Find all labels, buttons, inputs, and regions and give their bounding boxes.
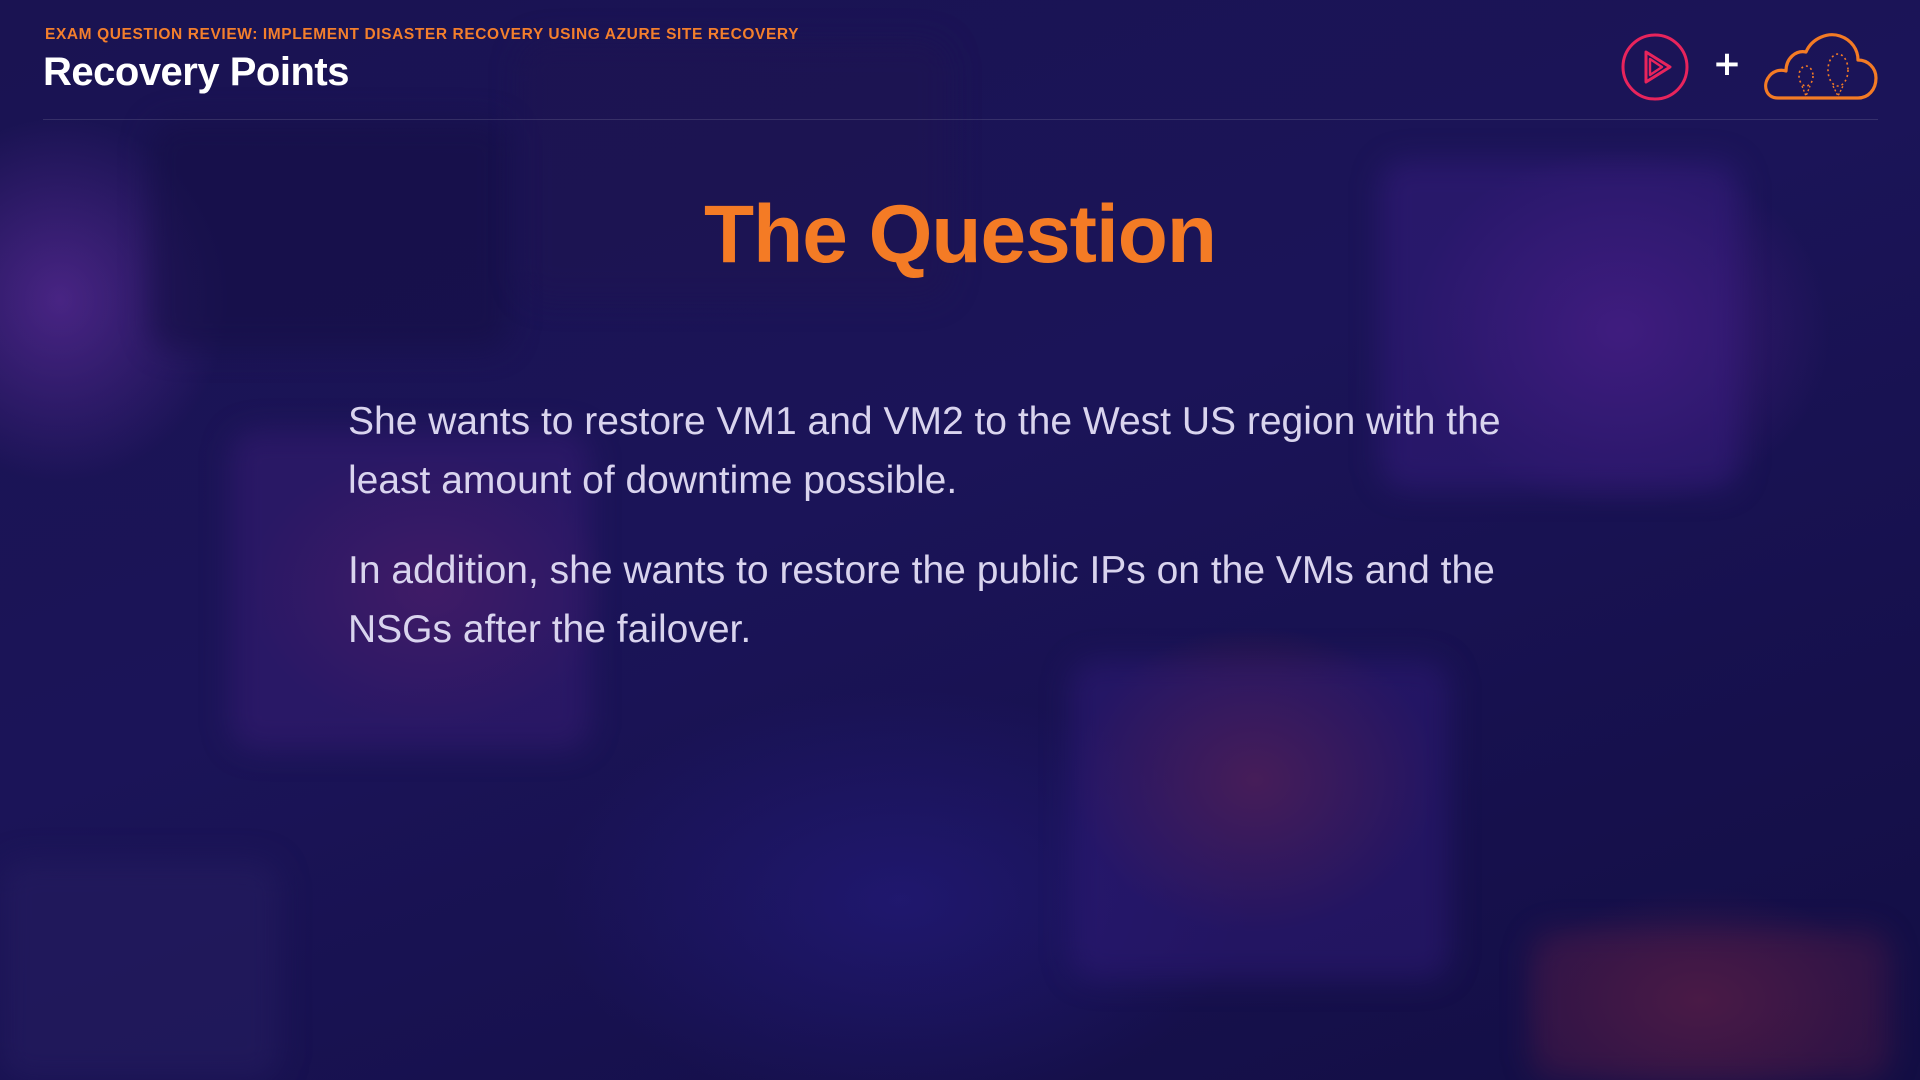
slide: EXAM QUESTION REVIEW: IMPLEMENT DISASTER… xyxy=(0,0,1920,1080)
question-paragraph: In addition, she wants to restore the pu… xyxy=(348,549,1495,651)
course-kicker: EXAM QUESTION REVIEW: IMPLEMENT DISASTER… xyxy=(45,26,800,43)
slide-heading: The Question xyxy=(704,189,1217,280)
question-paragraph: She wants to restore VM1 and VM2 to the … xyxy=(348,400,1501,502)
header-divider xyxy=(43,119,1878,120)
cloud-icon xyxy=(1764,33,1878,100)
brand-logos: + xyxy=(1620,28,1880,104)
page-title: Recovery Points xyxy=(43,50,349,94)
background-blur-tile xyxy=(1530,930,1890,1080)
background-blur-tile xyxy=(1070,660,1450,980)
background-blur-tile xyxy=(0,860,280,1080)
question-body: She wants to restore VM1 and VM2 to the … xyxy=(348,392,1588,690)
plus-sign: + xyxy=(1712,44,1742,84)
play-icon xyxy=(1621,33,1689,101)
